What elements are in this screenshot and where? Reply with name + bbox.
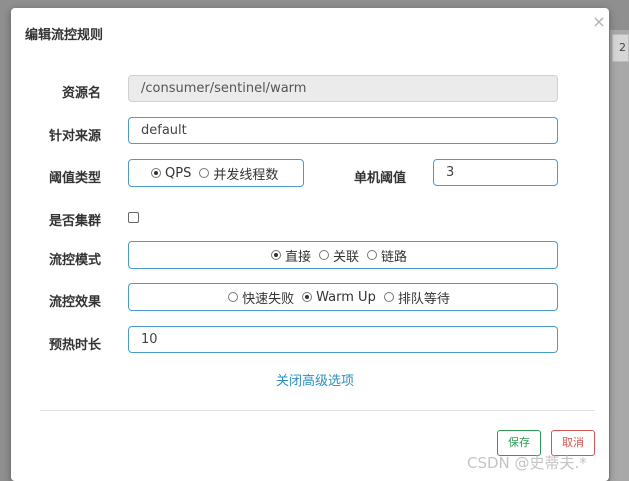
cluster-checkbox[interactable] bbox=[128, 212, 139, 223]
strategy-option-label: 直接 bbox=[284, 249, 311, 265]
grade-radio-group: QPS 并发线程数 bbox=[128, 159, 304, 187]
resource-label: 资源名 bbox=[61, 86, 101, 101]
cluster-label: 是否集群 bbox=[48, 214, 101, 229]
behavior-option-label: 快速失败 bbox=[242, 291, 295, 307]
behavior-option-label: Warm Up bbox=[316, 289, 376, 305]
strategy-option-direct[interactable]: 直接 bbox=[270, 246, 311, 265]
strategy-label: 流控模式 bbox=[48, 253, 101, 268]
radio-unselected-icon bbox=[228, 292, 239, 302]
background-page-edge bbox=[610, 30, 629, 481]
close-advanced-options-link[interactable]: 关闭高级选项 bbox=[276, 370, 354, 389]
behavior-option-warm-up[interactable]: Warm Up bbox=[302, 290, 376, 305]
strategy-option-chain[interactable]: 链路 bbox=[367, 246, 407, 265]
behavior-option-fast-fail[interactable]: 快速失败 bbox=[228, 288, 294, 307]
warmup-label: 预热时长 bbox=[48, 338, 101, 353]
strategy-option-label: 链路 bbox=[381, 249, 408, 265]
radio-unselected-icon bbox=[199, 168, 210, 178]
background-tab: 2 bbox=[612, 34, 629, 62]
grade-label: 阈值类型 bbox=[48, 171, 101, 186]
control-behavior-radio-group: 快速失败 Warm Up 排队等待 bbox=[128, 283, 558, 311]
grade-option-qps[interactable]: QPS bbox=[151, 166, 191, 181]
behavior-option-queue[interactable]: 排队等待 bbox=[383, 288, 450, 307]
limit-app-label: 针对来源 bbox=[48, 129, 101, 144]
control-behavior-label: 流控效果 bbox=[48, 295, 101, 310]
radio-unselected-icon bbox=[367, 250, 377, 260]
strategy-option-label: 关联 bbox=[332, 249, 359, 265]
count-label: 单机阈值 bbox=[353, 171, 406, 186]
radio-unselected-icon bbox=[318, 250, 329, 260]
limit-app-input[interactable]: default bbox=[128, 117, 558, 144]
radio-selected-icon bbox=[151, 168, 161, 178]
radio-selected-icon bbox=[302, 292, 313, 302]
radio-unselected-icon bbox=[383, 292, 394, 302]
grade-option-label: 并发线程数 bbox=[213, 167, 279, 183]
watermark: CSDN @史蒂夫.* bbox=[467, 454, 587, 472]
behavior-option-label: 排队等待 bbox=[397, 291, 450, 307]
radio-selected-icon bbox=[270, 250, 281, 260]
resource-input[interactable]: /consumer/sentinel/warm bbox=[128, 75, 558, 102]
grade-option-thread[interactable]: 并发线程数 bbox=[199, 164, 278, 183]
footer-divider bbox=[40, 410, 595, 411]
grade-option-label: QPS bbox=[165, 165, 192, 181]
strategy-radio-group: 直接 关联 链路 bbox=[128, 241, 558, 269]
strategy-option-relate[interactable]: 关联 bbox=[318, 246, 359, 265]
count-input[interactable]: 3 bbox=[433, 159, 558, 186]
dialog-title: 编辑流控规则 bbox=[25, 28, 104, 43]
warmup-input[interactable]: 10 bbox=[128, 326, 558, 353]
close-icon[interactable]: × bbox=[589, 12, 609, 32]
